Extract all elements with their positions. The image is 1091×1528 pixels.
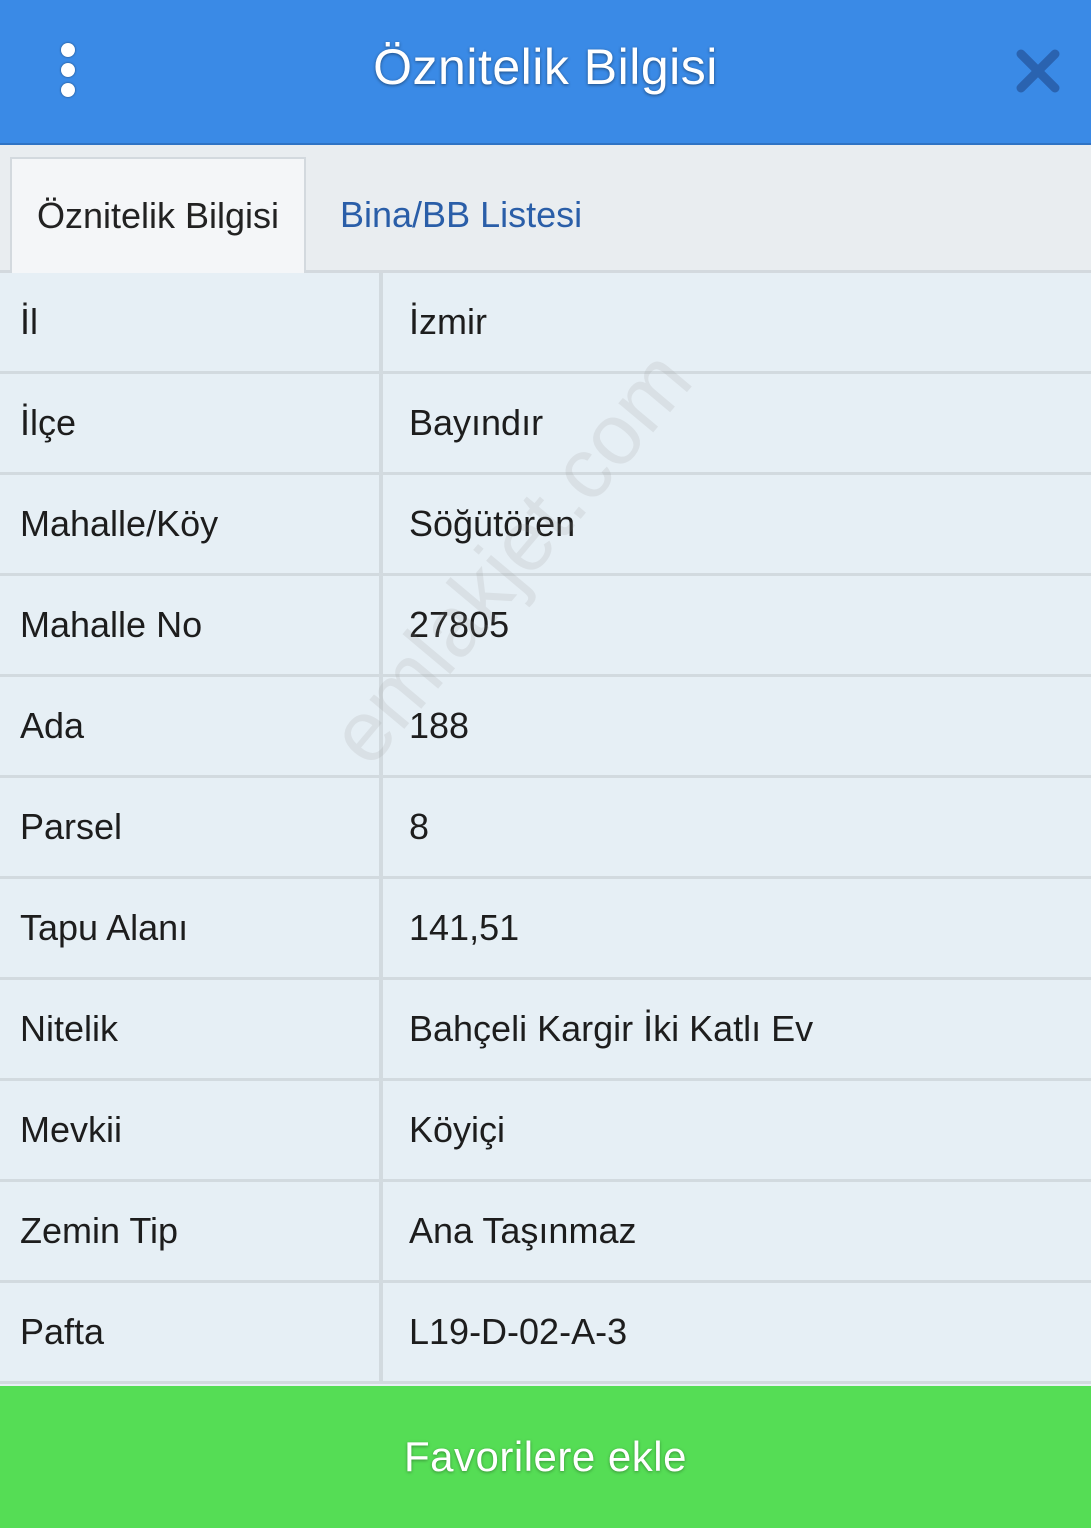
table-row: İl İzmir xyxy=(0,273,1091,374)
attribute-label: Mahalle No xyxy=(0,576,383,674)
attribute-value: İzmir xyxy=(409,301,487,342)
attribute-value: Bayındır xyxy=(409,402,544,443)
attribute-value: Söğütören xyxy=(409,503,576,544)
table-row: Mahalle/Köy Söğütören xyxy=(0,475,1091,576)
attribute-label: Tapu Alanı xyxy=(0,879,383,977)
attribute-value: 188 xyxy=(409,705,470,746)
header-bar: Öznitelik Bilgisi xyxy=(0,0,1091,145)
attribute-info-screen: Öznitelik Bilgisi Öznitelik Bilgisi Bina… xyxy=(0,0,1091,1528)
table-row: Mahalle No 27805 xyxy=(0,576,1091,677)
attribute-label: Zemin Tip xyxy=(0,1182,383,1280)
tab-attribute-info[interactable]: Öznitelik Bilgisi xyxy=(10,157,306,273)
table-row: Zemin Tip Ana Taşınmaz xyxy=(0,1182,1091,1283)
attribute-label: Mevkii xyxy=(0,1081,383,1179)
attribute-label: Ada xyxy=(0,677,383,775)
close-button[interactable] xyxy=(1013,46,1063,96)
attribute-label: Pafta xyxy=(0,1283,383,1381)
attribute-value: 141,51 xyxy=(409,907,520,948)
attribute-value: 27805 xyxy=(409,604,510,645)
attribute-table: İl İzmir İlçe Bayındır Mahalle/Köy Söğüt… xyxy=(0,273,1091,1384)
table-row: Tapu Alanı 141,51 xyxy=(0,879,1091,980)
attribute-label: Mahalle/Köy xyxy=(0,475,383,573)
attribute-value: L19-D-02-A-3 xyxy=(409,1311,628,1352)
add-to-favorites-button[interactable]: Favorilere ekle xyxy=(0,1386,1091,1528)
table-row: Ada 188 xyxy=(0,677,1091,778)
attribute-label: Nitelik xyxy=(0,980,383,1078)
attribute-value: 8 xyxy=(409,806,430,847)
attribute-label: İlçe xyxy=(0,374,383,472)
attribute-value: Bahçeli Kargir İki Katlı Ev xyxy=(409,1008,814,1049)
attribute-label: İl xyxy=(0,273,383,371)
table-row: Mevkii Köyiçi xyxy=(0,1081,1091,1182)
attribute-label: Parsel xyxy=(0,778,383,876)
table-row: Parsel 8 xyxy=(0,778,1091,879)
table-row: Pafta L19-D-02-A-3 xyxy=(0,1283,1091,1384)
attribute-value: Ana Taşınmaz xyxy=(409,1210,637,1251)
page-title: Öznitelik Bilgisi xyxy=(373,39,718,95)
tab-building-list[interactable]: Bina/BB Listesi xyxy=(340,157,582,273)
tab-bar: Öznitelik Bilgisi Bina/BB Listesi xyxy=(0,145,1091,273)
close-icon xyxy=(1016,49,1060,93)
attribute-value: Köyiçi xyxy=(409,1109,506,1150)
table-row: Nitelik Bahçeli Kargir İki Katlı Ev xyxy=(0,980,1091,1081)
table-row: İlçe Bayındır xyxy=(0,374,1091,475)
